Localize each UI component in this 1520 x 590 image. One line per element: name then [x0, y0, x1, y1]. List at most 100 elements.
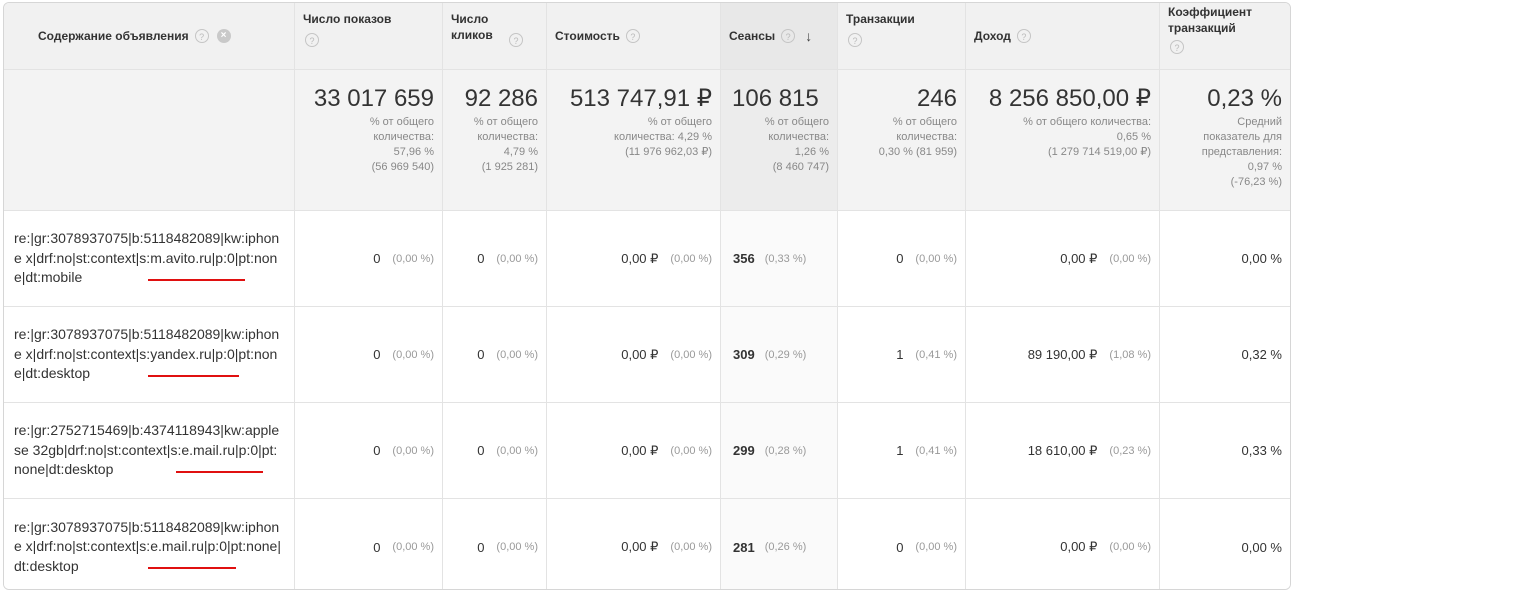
metric-value: 309 [733, 347, 755, 362]
column-header-cost[interactable]: Стоимость ? [547, 3, 721, 70]
column-header-clicks[interactable]: Число кликов ? [443, 3, 547, 70]
column-header-label: Транзакции [846, 12, 915, 26]
metric-value: 0 [373, 347, 381, 362]
row-clicks: 0 (0,00 %) [443, 211, 547, 307]
metric-value: 0,32 % [1241, 347, 1282, 362]
row-transactions: 0 (0,00 %) [838, 499, 966, 589]
highlight-underline [176, 471, 263, 473]
metric-percent: (0,00 %) [392, 541, 434, 553]
row-sessions: 356 (0,33 %) [721, 211, 838, 307]
help-icon[interactable]: ? [194, 29, 209, 43]
row-content-cell[interactable]: re:|gr:2752715469|b:4374118943|kw:apple … [4, 403, 295, 499]
row-transactions: 0 (0,00 %) [838, 211, 966, 307]
total-share-line: 4,79 % [503, 146, 538, 158]
help-icon[interactable]: ? [1170, 40, 1184, 54]
row-content-cell[interactable]: re:|gr:3078937075|b:5118482089|kw:iphone… [4, 499, 295, 589]
column-header-label: Содержание объявления [38, 29, 189, 43]
help-icon[interactable]: ? [848, 33, 862, 47]
row-sessions: 299 (0,28 %) [721, 403, 838, 499]
metric-percent: (0,28 %) [764, 444, 807, 457]
highlight-underline [148, 375, 239, 377]
metric-value: 0,00 ₽ [621, 250, 659, 266]
metric-percent: (0,00 %) [1109, 252, 1151, 265]
total-share-line: (1 279 714 519,00 ₽) [1047, 146, 1151, 158]
metric-value: 0 [896, 539, 904, 555]
row-impressions: 0 (0,00 %) [295, 403, 443, 499]
column-header-conversion[interactable]: Коэффициент транзакций ? [1160, 3, 1290, 70]
metric-value: 0 [373, 443, 381, 458]
metric-percent: (0,00 %) [496, 541, 538, 553]
column-header-impressions[interactable]: Число показов ? [295, 3, 443, 70]
row-cost: 0,00 ₽ (0,00 %) [547, 403, 721, 499]
metric-value: 18 610,00 ₽ [1027, 442, 1098, 458]
row-cost: 0,00 ₽ (0,00 %) [547, 211, 721, 307]
row-conversion: 0,32 % [1160, 307, 1290, 403]
row-impressions: 0 (0,00 %) [295, 499, 443, 589]
metric-percent: (0,23 %) [1109, 444, 1151, 457]
report-table: Содержание объявления ? × Число показов … [4, 3, 1290, 589]
total-share-line: количества: [896, 131, 957, 143]
totals-label-cell [4, 70, 295, 211]
row-content-cell[interactable]: re:|gr:3078937075|b:5118482089|kw:iphone… [4, 211, 295, 307]
total-share-line: Средний [1237, 116, 1282, 128]
totals-cost: 513 747,91 ₽ % от общего количества: 4,2… [547, 70, 721, 211]
metric-percent: (0,00 %) [496, 348, 538, 361]
metric-value: 0 [477, 347, 485, 362]
total-share-line: % от общего [369, 116, 434, 128]
total-share-line: количества: [373, 131, 434, 143]
metric-percent: (1,08 %) [1109, 348, 1151, 361]
help-icon[interactable]: ? [781, 29, 796, 43]
help-icon[interactable]: ? [1016, 29, 1031, 43]
remove-dimension-icon[interactable]: × [216, 29, 231, 43]
metric-value: 0 [373, 539, 381, 555]
metric-percent: (0,29 %) [764, 348, 807, 361]
row-conversion: 0,00 % [1160, 211, 1290, 307]
column-header-sessions[interactable]: Сеансы ? ↓ [721, 3, 838, 70]
metric-value: 0 [477, 443, 485, 458]
row-impressions: 0 (0,00 %) [295, 307, 443, 403]
metric-value: 281 [733, 539, 755, 555]
metric-value: 89 190,00 ₽ [1027, 346, 1098, 362]
metric-percent: (0,26 %) [764, 541, 807, 553]
total-share-line: % от общего [647, 116, 712, 128]
highlight-underline [148, 279, 245, 281]
column-header-revenue[interactable]: Доход ? [966, 3, 1160, 70]
metric-percent: (0,00 %) [915, 541, 957, 553]
help-icon[interactable]: ? [625, 29, 640, 43]
metric-percent: (0,33 %) [764, 252, 807, 265]
total-share-line: 57,96 % [393, 146, 434, 158]
metric-value: 0,00 ₽ [621, 539, 659, 554]
column-header-label: Сеансы [729, 29, 776, 43]
column-header-label: Коэффициент транзакций [1168, 5, 1253, 35]
metric-percent: (0,41 %) [915, 348, 957, 361]
metric-value: 1 [896, 347, 904, 362]
column-header-content[interactable]: Содержание объявления ? × [4, 3, 295, 70]
total-share-line: 0,97 % [1247, 161, 1282, 173]
row-revenue: 0,00 ₽ (0,00 %) [966, 211, 1160, 307]
total-share-line: (56 969 540) [371, 161, 434, 173]
total-share-line: количества: [477, 131, 538, 143]
metric-percent: (0,00 %) [392, 444, 434, 457]
column-header-transactions[interactable]: Транзакции ? [838, 3, 966, 70]
row-cost: 0,00 ₽ (0,00 %) [547, 307, 721, 403]
row-revenue: 18 610,00 ₽ (0,23 %) [966, 403, 1160, 499]
metric-value: 356 [733, 251, 755, 266]
metric-value: 299 [733, 443, 755, 458]
totals-clicks: 92 286 % от общего количества: 4,79 % (1… [443, 70, 547, 211]
help-icon[interactable]: ? [509, 33, 523, 47]
row-content-cell[interactable]: re:|gr:3078937075|b:5118482089|kw:iphone… [4, 307, 295, 403]
total-value: 513 747,91 ₽ [569, 85, 712, 112]
total-share-line: (11 976 962,03 ₽) [625, 146, 712, 158]
total-share-line: 0,30 % (81 959) [878, 146, 957, 158]
row-clicks: 0 (0,00 %) [443, 499, 547, 589]
total-share-line: количества: [768, 131, 829, 143]
row-impressions: 0 (0,00 %) [295, 211, 443, 307]
row-sessions: 281 (0,26 %) [721, 499, 838, 589]
total-share-line: % от общего [892, 116, 957, 128]
report-table-container: Содержание объявления ? × Число показов … [3, 2, 1291, 590]
totals-impressions: 33 017 659 % от общего количества: 57,96… [295, 70, 443, 211]
sort-descending-icon[interactable]: ↓ [805, 28, 812, 44]
row-clicks: 0 (0,00 %) [443, 307, 547, 403]
metric-value: 0 [896, 251, 904, 266]
help-icon[interactable]: ? [305, 33, 319, 47]
